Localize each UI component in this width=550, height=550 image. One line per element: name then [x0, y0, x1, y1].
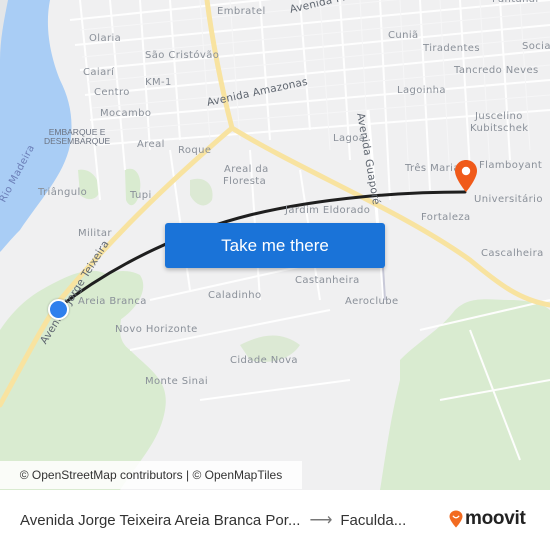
destination-marker[interactable] [453, 159, 479, 197]
place-label: São Cristóvão [145, 50, 220, 61]
br-364-road [229, 125, 550, 308]
place-label: Caiarí [83, 67, 115, 78]
destination-name: Faculda... [340, 511, 407, 529]
take-me-there-button[interactable]: Take me there [165, 223, 385, 268]
place-label: Pantanal [492, 0, 539, 6]
place-label: Socia [522, 41, 550, 52]
map-attribution[interactable]: © OpenStreetMap contributors | © OpenMap… [0, 461, 302, 489]
route-summary: Avenida Jorge Teixeira Areia Branca Por.… [20, 510, 406, 530]
place-label: Flamboyant [479, 160, 543, 171]
place-label: Jardim Eldorado [285, 205, 371, 216]
place-label: Juscelino [475, 111, 523, 122]
place-label: Tiradentes [423, 43, 480, 54]
place-label: Fortaleza [421, 212, 471, 223]
place-label: Olaria [89, 33, 122, 44]
place-label: Novo Horizonte [115, 324, 198, 335]
arrow-right-icon: ⟶ [309, 512, 333, 529]
moovit-logo[interactable]: moovit [449, 508, 526, 530]
place-label: Caladinho [208, 290, 262, 301]
place-label: Cascalheira [481, 248, 544, 259]
moovit-wordmark: moovit [465, 508, 526, 529]
place-label: Lagoinha [397, 85, 446, 96]
place-label: Universitário [474, 194, 543, 205]
place-label: Areia Branca [78, 296, 147, 307]
place-label: Monte Sinai [145, 376, 209, 387]
place-label: Mocambo [100, 108, 152, 119]
place-label: Militar [78, 228, 112, 239]
place-label: Embratel [217, 6, 266, 17]
place-label: Centro [94, 87, 130, 98]
place-label: Tupi [130, 190, 152, 201]
place-label: Kubitschek [470, 123, 529, 134]
origin-stop-name: Avenida Jorge Teixeira Areia Branca Por.… [20, 511, 301, 529]
place-label: Tancredo Neves [454, 65, 539, 76]
place-label: Floresta [223, 176, 267, 187]
place-label: Areal da [224, 164, 269, 175]
place-label: Cidade Nova [230, 355, 298, 366]
river-madeira [0, 0, 72, 252]
place-label: EMBARQUE E DESEMBARQUE [44, 127, 111, 146]
place-label: KM-1 [145, 77, 172, 88]
place-label: Triângulo [38, 187, 88, 198]
origin-marker[interactable] [48, 299, 69, 320]
place-label: Areal [137, 139, 165, 150]
map-pin-icon [455, 160, 477, 192]
place-label: Aeroclube [345, 296, 399, 307]
map-view[interactable]: Embratel Avenida Pinheiro Machado Pantan… [0, 0, 550, 490]
park-areal-floresta [190, 178, 213, 206]
place-label: Roque [178, 145, 212, 156]
place-label: Castanheira [295, 275, 360, 286]
moovit-pin-icon [449, 510, 463, 528]
place-label: Cuniã [388, 30, 419, 41]
